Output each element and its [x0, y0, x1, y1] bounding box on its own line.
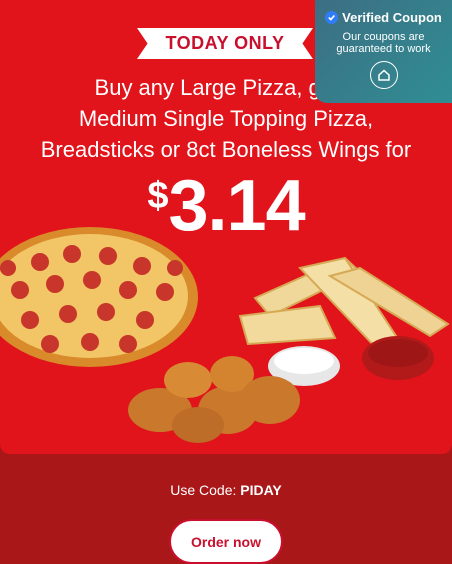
order-now-label: Order now — [190, 533, 261, 550]
verified-title: Verified Coupon — [342, 10, 442, 25]
pizza-image — [0, 227, 198, 367]
banner-text: TODAY ONLY — [165, 33, 285, 53]
headline-line-3: Breadsticks or 8ct Boneless Wings for — [40, 137, 412, 162]
home-icon — [369, 61, 398, 89]
verified-subtitle: Our coupons are guaranteed to work — [336, 31, 431, 55]
today-only-banner: TODAY ONLY — [137, 28, 313, 59]
price-currency: $ — [147, 175, 169, 217]
promo-card: TODAY ONLY Buy any Large Pizza, get a Me… — [0, 0, 452, 454]
order-now-button[interactable]: Order now — [169, 519, 283, 564]
food-image — [0, 227, 450, 443]
verified-coupon-badge: Verified Coupon Our coupons are guarante… — [315, 0, 452, 103]
code-label: Use Code: — [170, 482, 237, 498]
headline-line-2: Medium Single Topping Pizza, — [78, 106, 374, 131]
coupon-code: Use Code: PIDAY — [0, 482, 452, 498]
verified-check-icon — [325, 11, 339, 24]
code-value: PIDAY — [240, 482, 282, 498]
breadsticks-image — [238, 256, 450, 352]
marinara-dip-image — [362, 336, 434, 380]
